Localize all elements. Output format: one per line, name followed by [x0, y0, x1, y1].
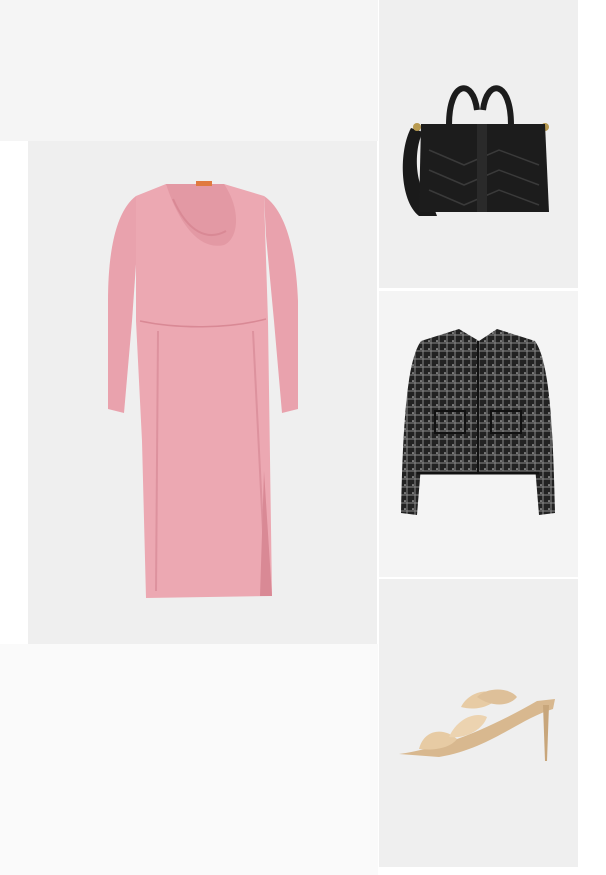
black-tote-bag-image [379, 0, 578, 288]
product-tile-jacket[interactable] [379, 291, 578, 577]
product-tile-sandal[interactable] [379, 579, 578, 867]
product-tile-bag[interactable] [379, 0, 578, 288]
tweed-jacket-image [379, 291, 578, 577]
beige-sandal-image [379, 579, 578, 867]
product-tile-dress[interactable] [28, 141, 377, 644]
background-band-bottom [0, 644, 378, 875]
pink-dress-image [28, 141, 377, 644]
background-band-top [0, 0, 378, 141]
